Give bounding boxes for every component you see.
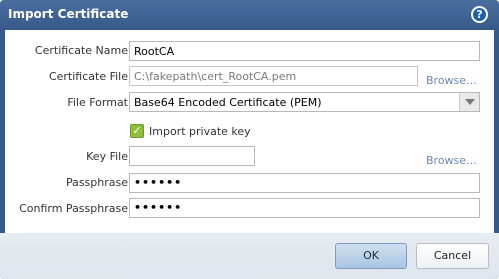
import-certificate-dialog: Import Certificate ? Certificate Name Ro…	[0, 0, 499, 279]
key-file-browse-link[interactable]: Browse...	[426, 154, 477, 167]
file-format-selected-value: Base64 Encoded Certificate (PEM)	[134, 96, 322, 109]
file-format-select[interactable]: Base64 Encoded Certificate (PEM)	[129, 92, 480, 112]
certificate-name-input[interactable]: RootCA	[129, 41, 480, 61]
certificate-file-browse-link[interactable]: Browse...	[426, 74, 477, 87]
passphrase-input[interactable]: ••••••	[129, 173, 480, 193]
confirm-passphrase-label: Confirm Passphrase	[19, 202, 128, 215]
dialog-footer: OK Cancel	[0, 233, 499, 279]
certificate-file-input[interactable]: C:\fakepath\cert_RootCA.pem	[129, 66, 418, 86]
confirm-passphrase-input[interactable]: ••••••	[129, 198, 480, 218]
dialog-title: Import Certificate	[8, 7, 129, 21]
import-private-key-label: Import private key	[149, 125, 251, 138]
form-panel: Certificate Name RootCA Certificate File…	[5, 30, 494, 233]
help-icon[interactable]: ?	[471, 6, 488, 23]
dialog-title-bar: Import Certificate ?	[0, 0, 499, 30]
cancel-button[interactable]: Cancel	[416, 243, 489, 269]
file-format-label: File Format	[67, 96, 128, 109]
certificate-file-label: Certificate File	[48, 70, 128, 83]
chevron-down-icon	[465, 99, 475, 105]
import-private-key-checkbox[interactable]: ✓	[130, 124, 144, 138]
file-format-dropdown-button[interactable]	[459, 93, 479, 111]
checkmark-icon: ✓	[132, 124, 142, 137]
passphrase-label: Passphrase	[65, 176, 128, 189]
certificate-name-label: Certificate Name	[34, 44, 128, 57]
key-file-label: Key File	[86, 150, 128, 163]
ok-button[interactable]: OK	[335, 243, 407, 269]
key-file-input[interactable]	[129, 146, 255, 166]
